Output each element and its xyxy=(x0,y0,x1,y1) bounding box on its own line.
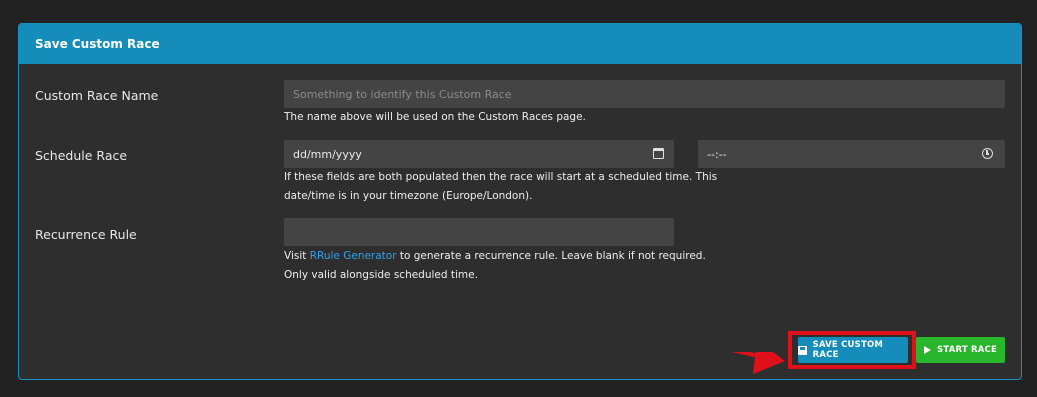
recurrence-help-suffix: to generate a recurrence rule. Leave bla… xyxy=(396,250,706,262)
save-button-label: SAVE CUSTOM RACE xyxy=(812,340,884,360)
floppy-disk-icon xyxy=(798,345,807,355)
schedule-help-line2: date/time is in your timezone (Europe/Lo… xyxy=(284,190,533,202)
start-button-label: START RACE xyxy=(937,345,997,355)
start-race-button[interactable]: START RACE xyxy=(916,337,1005,363)
custom-race-panel: Save Custom Race Custom Race Name Someth… xyxy=(18,23,1022,380)
recurrence-label: Recurrence Rule xyxy=(35,227,137,242)
recurrence-help: Visit RRule Generator to generate a recu… xyxy=(284,247,706,285)
race-name-label: Custom Race Name xyxy=(35,88,159,103)
rrule-generator-link[interactable]: RRule Generator xyxy=(310,250,397,262)
save-custom-race-button[interactable]: SAVE CUSTOM RACE xyxy=(798,337,908,363)
time-value: --:-- xyxy=(707,147,727,161)
arrow-annotation xyxy=(731,352,785,374)
schedule-time-input[interactable]: --:-- xyxy=(698,140,1005,168)
recurrence-help-prefix: Visit xyxy=(284,250,310,262)
schedule-help-line1: If these fields are both populated then … xyxy=(284,171,718,183)
schedule-date-input[interactable]: dd/mm/yyyy xyxy=(284,140,674,168)
date-value: dd/mm/yyyy xyxy=(293,147,362,161)
race-name-input[interactable]: Something to identify this Custom Race xyxy=(284,80,1005,108)
race-name-help: The name above will be used on the Custo… xyxy=(284,111,586,123)
play-icon xyxy=(924,346,932,354)
schedule-label: Schedule Race xyxy=(35,148,128,163)
calendar-icon[interactable] xyxy=(653,148,664,159)
recurrence-help-line2: Only valid alongside scheduled time. xyxy=(284,269,478,281)
clock-icon[interactable] xyxy=(982,148,993,159)
schedule-help: If these fields are both populated then … xyxy=(284,168,717,206)
recurrence-input[interactable] xyxy=(284,218,674,246)
panel-title: Save Custom Race xyxy=(19,24,1021,64)
